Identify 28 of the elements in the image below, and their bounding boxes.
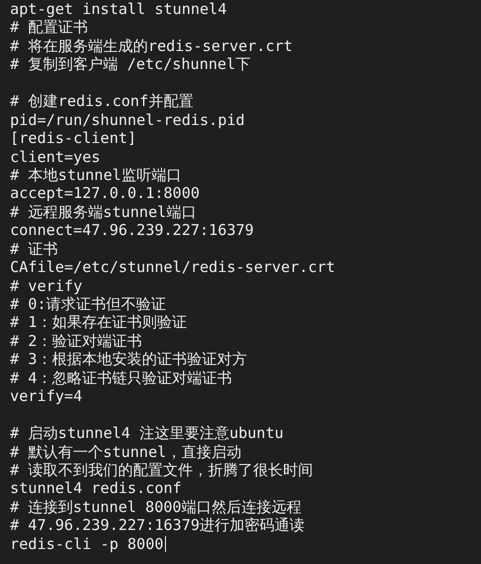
code-line: [redis-client] xyxy=(10,129,136,148)
code-line: # verify xyxy=(10,276,82,296)
code-line: # 复制到客户端 /etc/shunnel下 xyxy=(10,55,250,74)
code-line: # 创建redis.conf并配置 xyxy=(10,92,194,111)
code-line: # 连接到stunnel 8000端口然后连接远程 xyxy=(10,498,302,516)
code-line: # 4：忽略证书链只验证对端证书 xyxy=(10,368,232,388)
code-line: stunnel4 redis.conf xyxy=(10,479,182,498)
code-line: # 读取不到我们的配置文件，折腾了很长时间 xyxy=(10,460,314,480)
code-line: accept=127.0.0.1:8000 xyxy=(10,184,200,203)
code-line: connect=47.96.239.227:16379 xyxy=(10,221,254,240)
code-line: # 配置证书 xyxy=(10,18,88,37)
code-line: CAfile=/etc/stunnel/redis-server.crt xyxy=(10,258,336,277)
code-line: # 远程服务端stunnel端口 xyxy=(10,202,196,222)
code-line: apt-get install stunnel4 xyxy=(10,0,227,18)
code-line: # 证书 xyxy=(10,240,58,258)
code-line: # 启动stunnel4 注这里要注意ubuntu xyxy=(10,424,284,443)
code-line: # 将在服务端生成的redis-server.crt xyxy=(10,36,293,56)
code-line: client=yes xyxy=(10,148,100,166)
code-line: # 2：验证对端证书 xyxy=(10,332,142,350)
code-line: # 1：如果存在证书则验证 xyxy=(10,313,188,332)
code-line: redis-cli -p 8000 xyxy=(10,534,164,554)
code-line: # 3：根据本地安装的证书验证对方 xyxy=(10,350,248,369)
code-line: # 0:请求证书但不验证 xyxy=(10,295,166,314)
code-line: # 本地stunnel监听端口 xyxy=(10,166,182,184)
code-line: pid=/run/shunnel-redis.pid xyxy=(10,110,245,130)
code-line: # 默认有一个stunnel，直接启动 xyxy=(10,442,242,461)
code-line: verify=4 xyxy=(10,387,82,406)
code-line: # 47.96.239.227:16379进行加密码通读 xyxy=(10,516,305,535)
